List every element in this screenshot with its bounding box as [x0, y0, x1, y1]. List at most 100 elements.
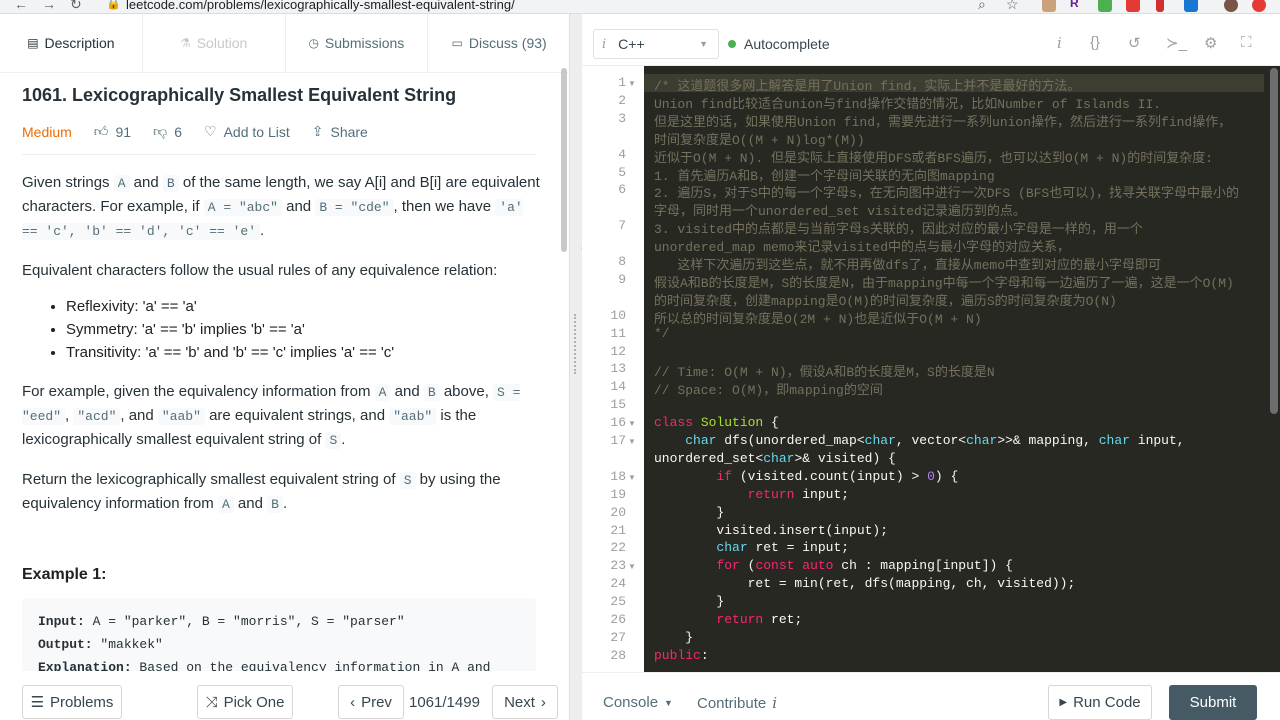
zoom-icon[interactable]: ⌕ — [978, 0, 986, 13]
dislike-button[interactable]: 👎︎ 6 — [153, 123, 182, 140]
inline-code: "acd" — [73, 408, 121, 425]
fullscreen-icon[interactable]: ⛶ — [1241, 34, 1252, 51]
button-label: Next — [504, 693, 535, 711]
run-code-button[interactable]: ▶ Run Code — [1048, 685, 1152, 720]
button-label: Pick One — [223, 693, 285, 711]
next-button[interactable]: Next › — [492, 685, 558, 719]
code-area[interactable]: /* 这道题很多网上解答是用了Union find，实际上并不是最好的方法。 Un… — [644, 66, 1280, 672]
color-wheel-icon[interactable] — [1126, 0, 1140, 12]
line-number: 5 — [618, 164, 626, 180]
console-toggle[interactable]: Console ▼ — [603, 694, 673, 711]
language-value: C++ — [618, 36, 645, 52]
play-icon: ▶ — [1059, 697, 1068, 708]
text: and — [281, 198, 316, 215]
problems-button[interactable]: ☰ Problems — [22, 685, 122, 719]
tab-label: Discuss (93) — [468, 35, 547, 51]
panel-resizer[interactable] — [570, 14, 582, 720]
inline-code: B — [267, 496, 283, 513]
line-number: 7 — [618, 218, 626, 234]
list-icon: ☰ — [30, 694, 45, 711]
value: "makkek" — [92, 637, 163, 652]
line-number: 13 — [610, 361, 626, 377]
clock-icon: ◷ — [308, 36, 319, 50]
example-output: Output: "makkek" — [38, 633, 520, 656]
fold-toggle-icon[interactable]: ▼ — [628, 79, 636, 88]
line-number: 26 — [610, 612, 626, 627]
reset-icon[interactable]: ↺ — [1128, 34, 1141, 52]
autocomplete-label: Autocomplete — [744, 36, 830, 52]
add-to-list-button[interactable]: ♡ Add to List — [204, 123, 290, 140]
text: , then we have — [393, 198, 496, 215]
autocomplete-toggle[interactable]: Autocomplete — [728, 36, 830, 52]
line-number: 27 — [610, 629, 626, 645]
description-paragraph: For example, given the equivalency infor… — [22, 380, 542, 452]
line-number: 21 — [610, 522, 626, 538]
code-line: char dfs(unordered_map<char, vector<char… — [685, 433, 1185, 448]
fold-toggle-icon[interactable]: ▼ — [628, 437, 636, 446]
avatar[interactable] — [1224, 0, 1238, 12]
text: . — [341, 431, 346, 448]
fold-toggle-icon[interactable]: ▼ — [628, 419, 636, 428]
code-line: Union find比较适合union与find操作交错的情况，比如Number… — [654, 96, 1162, 112]
reload-icon[interactable]: ↻ — [70, 0, 82, 13]
prev-button[interactable]: ‹ Prev — [338, 685, 404, 719]
pen-icon[interactable] — [1156, 0, 1164, 12]
fold-toggle-icon[interactable]: ▼ — [628, 562, 636, 571]
code-line: } — [654, 504, 725, 520]
label: Input: — [38, 614, 85, 629]
text: . — [282, 495, 288, 512]
code-line: char ret = input; — [716, 540, 850, 556]
address-bar[interactable]: leetcode.com/problems/lexicographically-… — [126, 0, 515, 12]
extension-icon[interactable] — [1042, 0, 1056, 12]
forward-icon[interactable]: → — [42, 0, 56, 12]
example-title: Example 1: — [22, 566, 107, 583]
code-line: 2. 遍历S，对于S中的每一个字母s，在无向图中进行一次DFS (BFS也可以)… — [654, 186, 1240, 202]
language-select[interactable]: i C++ ▼ — [593, 29, 719, 59]
terminal-icon[interactable]: ≻_ — [1166, 34, 1187, 52]
tab-description[interactable]: ▤ Description — [0, 14, 143, 72]
info-icon[interactable]: i — [1057, 34, 1062, 52]
scrollbar[interactable] — [561, 68, 567, 252]
rules-list: Reflexivity: 'a' == 'a' Symmetry: 'a' ==… — [22, 295, 542, 364]
tab-discuss[interactable]: ▭ Discuss (93) — [428, 14, 570, 72]
like-button[interactable]: 👍︎ 91 — [94, 123, 131, 140]
contribute-link[interactable]: Contribute i — [697, 694, 777, 712]
inline-code: A — [217, 496, 234, 513]
gear-icon[interactable]: ⚙ — [1204, 34, 1217, 52]
braces-icon[interactable]: {} — [1090, 34, 1100, 51]
line-number: 4 — [618, 146, 626, 162]
line-number: 11 — [610, 325, 626, 341]
list-item: Reflexivity: 'a' == 'a' — [66, 295, 542, 318]
line-number: 18 — [610, 468, 626, 484]
pick-one-button[interactable]: ⤨ Pick One — [197, 685, 293, 719]
value: A = "parker", B = "morris", S = "parser" — [84, 614, 405, 629]
inline-code: A — [374, 384, 391, 401]
line-number: 1 — [618, 75, 626, 90]
bookmark-star-icon[interactable]: ☆ — [1006, 0, 1019, 13]
line-number: 28 — [610, 647, 626, 663]
extension-icon[interactable] — [1098, 0, 1112, 12]
line-number: 20 — [610, 504, 626, 520]
problem-description: 1061. Lexicographically Smallest Equival… — [22, 73, 542, 671]
submit-button[interactable]: Submit — [1169, 685, 1257, 720]
share-button[interactable]: ⇪ Share — [312, 123, 368, 140]
back-icon[interactable]: ← — [14, 0, 28, 12]
line-number: 8 — [618, 254, 626, 269]
tab-solution[interactable]: ⚗ Solution — [143, 14, 286, 72]
menu-alert-icon[interactable] — [1252, 0, 1266, 12]
description-icon: ▤ — [27, 36, 39, 50]
extension-icon[interactable] — [1184, 0, 1198, 12]
like-count: 91 — [115, 123, 132, 140]
extension-r-icon[interactable]: R — [1070, 0, 1084, 10]
code-editor[interactable]: 1 ▼ 2 3 4 5 6 7 8 9 10 11 12 13 14 15 16 ▼ 17 ▼ 18 ▼ 19 20 21 22 2… — [582, 66, 1280, 672]
chevron-down-icon: ▼ — [664, 697, 673, 708]
status-dot-icon — [728, 40, 736, 48]
editor-scrollbar[interactable] — [1270, 68, 1278, 414]
fold-toggle-icon[interactable]: ▼ — [628, 473, 636, 482]
line-number: 9 — [618, 271, 626, 287]
text: Given strings — [22, 174, 114, 191]
contribute-label: Contribute — [697, 694, 767, 712]
tab-submissions[interactable]: ◷ Submissions — [286, 14, 429, 72]
line-number: 15 — [610, 397, 626, 413]
text: and — [233, 495, 268, 512]
